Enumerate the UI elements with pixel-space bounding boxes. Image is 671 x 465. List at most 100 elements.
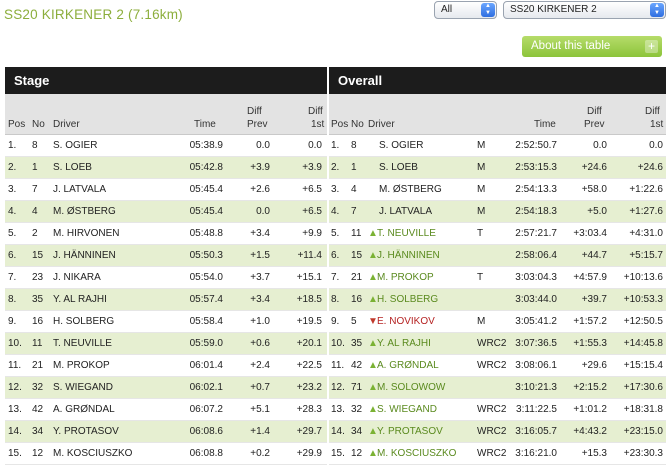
- row-diff-prev: +2.4: [250, 360, 270, 371]
- col-diff-1st-2[interactable]: 1st: [311, 119, 324, 130]
- col-diff-prev-1[interactable]: Diff: [247, 106, 262, 117]
- row-diff-1st: +24.6: [637, 162, 663, 173]
- table-row[interactable]: 8. 16 ▲ H. SOLBERG 3:03:44.0 +39.7 +10:53.3: [329, 289, 666, 311]
- table-row[interactable]: 14. 34 ▲ Y. PROTASOV WRC2 3:16:05.7 +4:43.2 +23…: [329, 421, 666, 443]
- row-driver: M. KOSCIUSZKO: [377, 448, 457, 459]
- col-diff-1st-1[interactable]: Diff: [645, 106, 660, 117]
- col-no[interactable]: No: [351, 119, 364, 130]
- updown-arrows-icon: ▲ ▼: [481, 3, 495, 17]
- row-no: 35: [32, 294, 44, 305]
- table-row[interactable]: 15. 12 M. KOSCIUSZKO 06:08.8 +0.2 +29.9: [5, 443, 327, 465]
- col-pos[interactable]: Pos: [8, 119, 25, 130]
- table-row[interactable]: 12. 32 S. WIEGAND 06:02.1 +0.7 +23.2: [5, 377, 327, 399]
- table-row[interactable]: 9. 5 ▼ E. NOVIKOV M 3:05:41.2 +1:57.2 +12:50.5: [329, 311, 666, 333]
- row-diff-1st: +18.5: [296, 294, 322, 305]
- table-row[interactable]: 13. 32 ▲ S. WIEGAND WRC2 3:11:22.5 +1:01.2 +18:…: [329, 399, 666, 421]
- table-row[interactable]: 7. 23 J. NIKARA 05:54.0 +3.7 +15.1: [5, 267, 327, 289]
- col-diff-prev-1[interactable]: Diff: [587, 106, 602, 117]
- row-driver: S. OGIER: [379, 140, 424, 151]
- row-no: 7: [32, 184, 38, 195]
- row-time: 2:57:21.7: [515, 228, 557, 239]
- table-row[interactable]: 4. 4 M. ØSTBERG 05:45.4 0.0 +6.5: [5, 201, 327, 223]
- row-pos: 4.: [331, 206, 340, 217]
- row-no: 16: [32, 316, 44, 327]
- col-diff-prev-2[interactable]: Prev: [584, 119, 605, 130]
- row-class: T: [477, 272, 484, 283]
- table-row[interactable]: 2. 1 S. LOEB 05:42.8 +3.9 +3.9: [5, 157, 327, 179]
- col-pos[interactable]: Pos: [331, 119, 348, 130]
- row-diff-prev: +1.4: [250, 426, 270, 437]
- table-row[interactable]: 6. 15 ▲ J. HÄNNINEN 2:58:06.4 +44.7 +5:15.7: [329, 245, 666, 267]
- table-row[interactable]: 2. 1 S. LOEB M 2:53:15.3 +24.6 +24.6: [329, 157, 666, 179]
- row-time: 3:05:41.2: [515, 316, 557, 327]
- updown-arrows-icon: ▲ ▼: [650, 3, 664, 17]
- col-diff-1st-1[interactable]: Diff: [308, 106, 323, 117]
- row-diff-1st: 0.0: [649, 140, 663, 151]
- table-row[interactable]: 4. 7 J. LATVALA M 2:54:18.3 +5.0 +1:27.6: [329, 201, 666, 223]
- row-pos: 5.: [331, 228, 340, 239]
- table-row[interactable]: 3. 4 M. ØSTBERG M 2:54:13.3 +58.0 +1:22.6: [329, 179, 666, 201]
- table-row[interactable]: 7. 21 ▲ M. PROKOP T 3:03:04.3 +4:57.9 +10:13.6: [329, 267, 666, 289]
- scope-select[interactable]: All ▲ ▼: [434, 1, 497, 19]
- table-row[interactable]: 5. 2 M. HIRVONEN 05:48.8 +3.4 +9.9: [5, 223, 327, 245]
- row-class: M: [477, 184, 486, 195]
- table-row[interactable]: 10. 11 T. NEUVILLE 05:59.0 +0.6 +20.1: [5, 333, 327, 355]
- row-diff-prev: +0.7: [250, 382, 270, 393]
- row-diff-prev: +15.3: [581, 448, 607, 459]
- row-driver: H. SOLBERG: [377, 294, 439, 305]
- row-pos: 9.: [331, 316, 340, 327]
- about-table-button[interactable]: About this table +: [522, 36, 662, 57]
- table-row[interactable]: 10. 35 ▲ Y. AL RAJHI WRC2 3:07:36.5 +1:55.3 +14…: [329, 333, 666, 355]
- row-time: 05:38.9: [189, 140, 223, 151]
- row-driver: J. HÄNNINEN: [53, 250, 116, 261]
- col-diff-prev-2[interactable]: Prev: [247, 119, 268, 130]
- table-row[interactable]: 3. 7 J. LATVALA 05:45.4 +2.6 +6.5: [5, 179, 327, 201]
- stage-results-table: 1. 8 S. OGIER 05:38.9 0.0 0.0 2. 1 S. LOEB 05:42.…: [5, 135, 327, 465]
- table-row[interactable]: 9. 16 H. SOLBERG 05:58.4 +1.0 +19.5: [5, 311, 327, 333]
- row-diff-prev: 0.0: [256, 206, 270, 217]
- row-time: 3:16:05.7: [515, 426, 557, 437]
- table-row[interactable]: 1. 8 S. OGIER 05:38.9 0.0 0.0: [5, 135, 327, 157]
- row-driver: M. PROKOP: [377, 272, 434, 283]
- stage-select[interactable]: SS20 KIRKENER 2 ▲ ▼: [503, 1, 666, 19]
- col-time[interactable]: Time: [534, 119, 556, 130]
- row-no: 12: [351, 448, 363, 459]
- row-time: 05:58.4: [189, 316, 223, 327]
- row-diff-prev: +1.0: [250, 316, 270, 327]
- row-diff-prev: +3:03.4: [573, 228, 607, 239]
- row-diff-prev: +0.6: [250, 338, 270, 349]
- table-row[interactable]: 8. 35 Y. AL RAJHI 05:57.4 +3.4 +18.5: [5, 289, 327, 311]
- col-driver[interactable]: Driver: [53, 119, 80, 130]
- col-driver[interactable]: Driver: [368, 119, 395, 130]
- table-row[interactable]: 13. 42 A. GRØNDAL 06:07.2 +5.1 +28.3: [5, 399, 327, 421]
- table-row[interactable]: 14. 34 Y. PROTASOV 06:08.6 +1.4 +29.7: [5, 421, 327, 443]
- table-row[interactable]: 15. 12 ▲ M. KOSCIUSZKO WRC2 3:16:21.0 +15.3 +23…: [329, 443, 666, 465]
- row-diff-1st: +11.4: [297, 250, 322, 261]
- row-driver: T. NEUVILLE: [377, 228, 436, 239]
- about-table-label: About this table: [531, 40, 611, 52]
- row-pos: 13.: [331, 404, 345, 415]
- col-no[interactable]: No: [32, 119, 45, 130]
- row-no: 71: [351, 382, 363, 393]
- row-driver: S. LOEB: [53, 162, 92, 173]
- table-row[interactable]: 1. 8 S. OGIER M 2:52:50.7 0.0 0.0: [329, 135, 666, 157]
- row-diff-prev: +1:55.3: [573, 338, 607, 349]
- table-row[interactable]: 11. 21 M. PROKOP 06:01.4 +2.4 +22.5: [5, 355, 327, 377]
- col-time[interactable]: Time: [194, 119, 216, 130]
- col-diff-1st-2[interactable]: 1st: [650, 119, 663, 130]
- table-row[interactable]: 5. 11 ▲ T. NEUVILLE T 2:57:21.7 +3:03.4 +4:31.0: [329, 223, 666, 245]
- plus-icon: +: [645, 40, 658, 53]
- row-pos: 11.: [331, 360, 345, 371]
- table-row[interactable]: 11. 42 ▲ A. GRØNDAL WRC2 3:08:06.1 +29.6 +15:15…: [329, 355, 666, 377]
- row-no: 35: [351, 338, 363, 349]
- row-diff-1st: +28.3: [296, 404, 322, 415]
- row-driver: Y. PROTASOV: [53, 426, 119, 437]
- table-row[interactable]: 12. 71 ▲ M. SOLOWOW 3:10:21.3 +2:15.2 +17:30.6: [329, 377, 666, 399]
- row-time: 06:01.4: [189, 360, 223, 371]
- row-no: 11: [32, 338, 43, 349]
- row-time: 2:53:15.3: [515, 162, 557, 173]
- row-time: 3:08:06.1: [515, 360, 557, 371]
- row-class: T: [477, 228, 484, 239]
- row-driver: S. LOEB: [379, 162, 418, 173]
- table-row[interactable]: 6. 15 J. HÄNNINEN 05:50.3 +1.5 +11.4: [5, 245, 327, 267]
